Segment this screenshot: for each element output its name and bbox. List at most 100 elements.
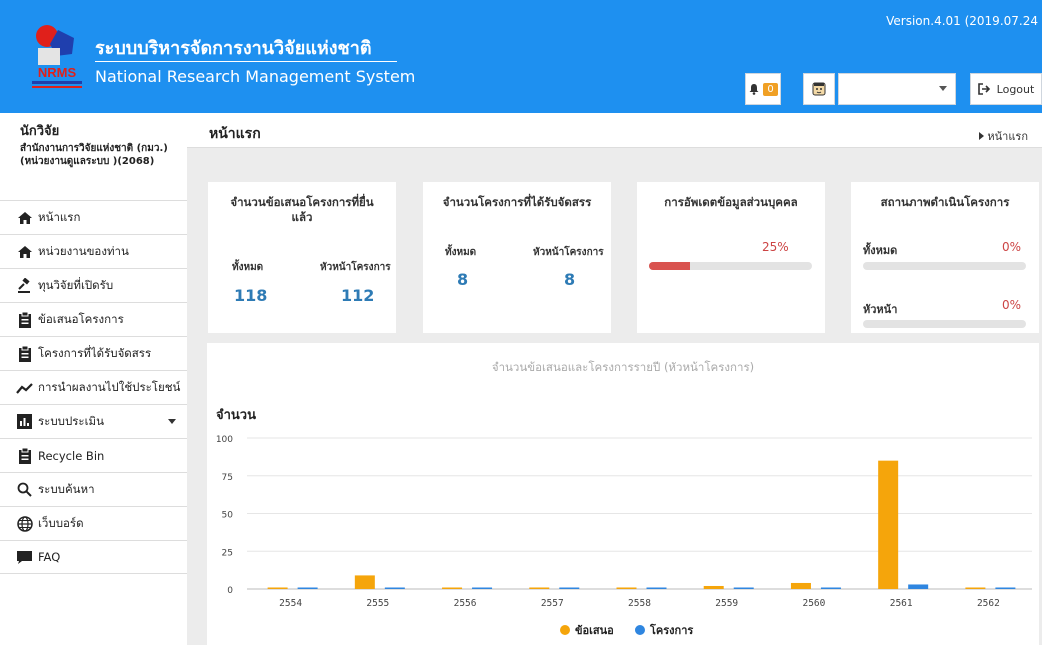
y-tick-label: 100 [216, 435, 233, 445]
bell-icon [749, 84, 759, 95]
proposals-total-value: 118 [234, 286, 268, 305]
card-title: สถานภาพดำเนินโครงการ [880, 195, 1010, 209]
bar-proposal [965, 587, 986, 589]
sidebar-item-label: หน่วยงานของท่าน [38, 243, 129, 258]
sidebar-item-label: การนำผลงานไปใช้ประโยชน์ [38, 379, 181, 394]
profile-progress-bar [649, 262, 812, 270]
svg-text:NRMS: NRMS [38, 65, 77, 80]
profile-progress-fill [649, 262, 690, 270]
bar-project [472, 587, 493, 589]
user-role: นักวิจัย [20, 124, 60, 139]
bar-project [733, 587, 754, 589]
bar-project [384, 587, 405, 589]
bar-proposal [442, 587, 463, 589]
total-label: ทั้งหมด [863, 244, 898, 257]
status-head-progress-bar [863, 320, 1026, 328]
page-title: หน้าแรก [209, 126, 261, 142]
total-label: ทั้งหมด [232, 262, 264, 273]
y-tick-label: 25 [222, 548, 233, 558]
x-tick-label: 2559 [715, 598, 738, 609]
gavel-icon [16, 277, 33, 294]
y-tick-label: 75 [222, 473, 233, 483]
legend-marker [560, 625, 570, 635]
sidebar-item-proposals[interactable]: ข้อเสนอโครงการ [0, 302, 187, 336]
x-tick-label: 2558 [628, 598, 651, 609]
bar-proposal [616, 587, 637, 589]
y-tick-label: 0 [227, 586, 233, 596]
legend-label: ข้อเสนอ [575, 624, 614, 637]
x-tick-label: 2554 [279, 598, 302, 609]
sidebar-item-funded-projects[interactable]: โครงการที่ได้รับจัดสรร [0, 336, 187, 370]
home-icon [16, 243, 33, 260]
x-tick-label: 2561 [890, 598, 913, 609]
version-label: Version.4.01 (2019.07.24 [886, 14, 1038, 28]
sidebar-item-utilization[interactable]: การนำผลงานไปใช้ประโยชน์ [0, 370, 187, 404]
sidebar-item-recycle-bin[interactable]: Recycle Bin [0, 438, 187, 472]
sidebar-item-label: ข้อเสนอโครงการ [38, 311, 124, 326]
funded-head-value: 8 [564, 270, 576, 289]
bar-project [646, 587, 667, 589]
x-tick-label: 2555 [366, 598, 389, 609]
status-head-percent: 0% [1002, 298, 1022, 312]
sidebar-item-label: ทุนวิจัยที่เปิดรับ [38, 277, 114, 292]
card-title: การอัพเดตข้อมูลส่วนบุคคล [664, 195, 798, 209]
sidebar-item-label: เว็บบอร์ด [38, 515, 84, 530]
user-organization: สำนักงานการวิจัยแห่งชาติ (กมว.)(หน่วยงาน… [20, 143, 168, 167]
head-label: หัวหน้า [863, 303, 898, 316]
sidebar-item-faq[interactable]: FAQ [0, 540, 187, 574]
sidebar-item-search[interactable]: ระบบค้นหา [0, 472, 187, 506]
sidebar-item-label: ระบบประเมิน [38, 413, 104, 428]
chart-title: จำนวนข้อเสนอและโครงการรายปี (หัวหน้าโครง… [492, 360, 754, 374]
bar-project [820, 587, 841, 589]
status-total-progress-bar [863, 262, 1026, 270]
sidebar: นักวิจัย สำนักงานการวิจัยแห่งชาติ (กมว.)… [0, 113, 187, 645]
user-avatar-button[interactable] [803, 73, 835, 105]
caret-right-icon [979, 132, 985, 140]
profile-update-card: การอัพเดตข้อมูลส่วนบุคคล 25% [637, 182, 825, 333]
app-title-en: National Research Management System [95, 67, 416, 86]
logout-label: Logout [996, 82, 1035, 96]
sidebar-item-home[interactable]: หน้าแรก [0, 200, 187, 234]
sidebar-item-webboard[interactable]: เว็บบอร์ด [0, 506, 187, 540]
sidebar-item-evaluation[interactable]: ระบบประเมิน [0, 404, 187, 438]
chevron-down-icon [939, 86, 947, 91]
x-tick-label: 2556 [454, 598, 477, 609]
home-icon [16, 209, 33, 226]
notification-button[interactable]: 0 [745, 73, 781, 105]
proposals-head-value: 112 [341, 286, 375, 305]
bar-proposal [790, 582, 811, 589]
app-title-th: ระบบบริหารจัดการงานวิจัยแห่งชาติ [95, 38, 372, 59]
x-tick-label: 2562 [977, 598, 1000, 609]
breadcrumb-link[interactable]: หน้าแรก [987, 130, 1028, 143]
sidebar-item-label: หน้าแรก [38, 209, 81, 224]
x-tick-label: 2560 [802, 598, 825, 609]
user-avatar-icon [812, 82, 826, 96]
bar-proposal [703, 585, 724, 589]
head-label: หัวหน้าโครงการ [320, 262, 391, 273]
legend-label: โครงการ [649, 623, 693, 637]
funded-total-value: 8 [457, 270, 469, 289]
bar-project [995, 587, 1016, 589]
status-total-percent: 0% [1002, 240, 1022, 254]
bar-project [297, 587, 318, 589]
bar-project [908, 584, 929, 589]
title-divider [95, 61, 397, 62]
legend-marker [635, 625, 645, 635]
logout-button[interactable]: Logout [970, 73, 1042, 105]
total-label: ทั้งหมด [445, 247, 477, 258]
card-title: จำนวนข้อเสนอโครงการที่ยื่นแล้ว [230, 195, 374, 224]
sidebar-item-your-unit[interactable]: หน่วยงานของท่าน [0, 234, 187, 268]
sidebar-item-open-grants[interactable]: ทุนวิจัยที่เปิดรับ [0, 268, 187, 302]
bar-proposal [878, 460, 899, 589]
card-title: จำนวนโครงการที่ได้รับจัดสรร [442, 195, 592, 209]
chevron-down-icon [168, 419, 176, 424]
yearly-bar-chart: จำนวนข้อเสนอและโครงการรายปี (หัวหน้าโครง… [216, 360, 1032, 637]
bar-proposal [529, 587, 550, 589]
yearly-chart-panel: จำนวนข้อเสนอและโครงการรายปี (หัวหน้าโครง… [207, 343, 1039, 645]
sidebar-menu: หน้าแรก หน่วยงานของท่าน ทุนวิจัยที่เปิดร… [0, 200, 187, 574]
nrms-logo: NRMS [32, 25, 82, 88]
user-role-select[interactable] [838, 73, 956, 105]
search-icon [16, 481, 33, 498]
sidebar-item-label: Recycle Bin [38, 448, 105, 463]
profile-percent: 25% [762, 240, 789, 254]
